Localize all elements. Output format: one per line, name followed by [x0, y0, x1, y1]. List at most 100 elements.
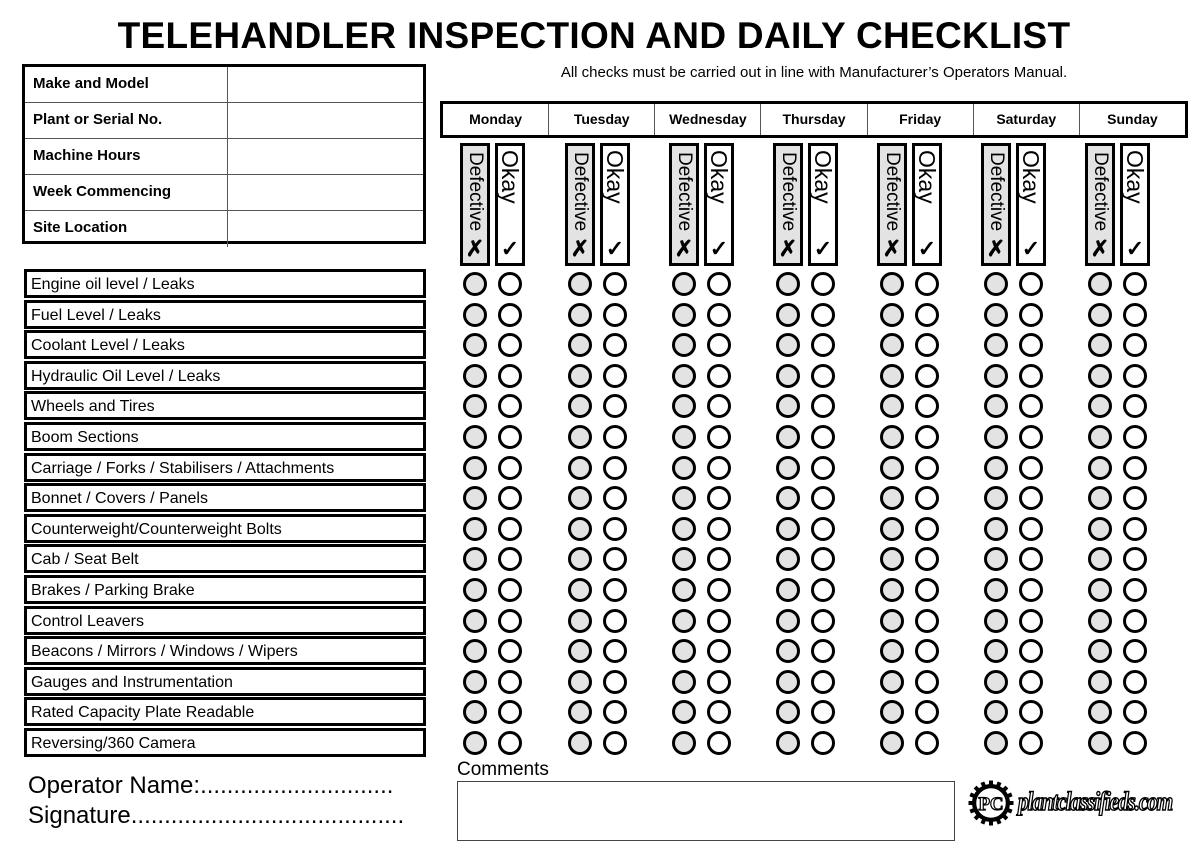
- saturday-defective-radio[interactable]: [984, 303, 1008, 327]
- friday-okay-radio[interactable]: [915, 272, 939, 296]
- tuesday-defective-radio[interactable]: [568, 700, 592, 724]
- monday-defective-radio[interactable]: [463, 547, 487, 571]
- tuesday-defective-radio[interactable]: [568, 394, 592, 418]
- wednesday-defective-radio[interactable]: [672, 394, 696, 418]
- tuesday-defective-radio[interactable]: [568, 578, 592, 602]
- saturday-okay-radio[interactable]: [1019, 731, 1043, 755]
- saturday-defective-radio[interactable]: [984, 394, 1008, 418]
- saturday-okay-radio[interactable]: [1019, 333, 1043, 357]
- monday-okay-radio[interactable]: [498, 670, 522, 694]
- monday-defective-radio[interactable]: [463, 609, 487, 633]
- sunday-okay-radio[interactable]: [1123, 731, 1147, 755]
- friday-okay-radio[interactable]: [915, 394, 939, 418]
- thursday-defective-radio[interactable]: [776, 486, 800, 510]
- tuesday-okay-radio[interactable]: [603, 333, 627, 357]
- monday-defective-radio[interactable]: [463, 731, 487, 755]
- thursday-okay-radio[interactable]: [811, 425, 835, 449]
- friday-okay-radio[interactable]: [915, 425, 939, 449]
- wednesday-defective-radio[interactable]: [672, 333, 696, 357]
- thursday-defective-radio[interactable]: [776, 609, 800, 633]
- wednesday-defective-radio[interactable]: [672, 700, 696, 724]
- monday-okay-radio[interactable]: [498, 731, 522, 755]
- sunday-defective-radio[interactable]: [1088, 670, 1112, 694]
- wednesday-okay-radio[interactable]: [707, 486, 731, 510]
- friday-defective-radio[interactable]: [880, 272, 904, 296]
- thursday-defective-radio[interactable]: [776, 670, 800, 694]
- wednesday-defective-radio[interactable]: [672, 731, 696, 755]
- friday-okay-radio[interactable]: [915, 486, 939, 510]
- tuesday-okay-radio[interactable]: [603, 639, 627, 663]
- thursday-okay-radio[interactable]: [811, 486, 835, 510]
- monday-okay-radio[interactable]: [498, 578, 522, 602]
- thursday-defective-radio[interactable]: [776, 639, 800, 663]
- sunday-okay-radio[interactable]: [1123, 547, 1147, 571]
- wednesday-okay-radio[interactable]: [707, 394, 731, 418]
- wednesday-okay-radio[interactable]: [707, 731, 731, 755]
- saturday-okay-radio[interactable]: [1019, 609, 1043, 633]
- thursday-okay-radio[interactable]: [811, 700, 835, 724]
- sunday-okay-radio[interactable]: [1123, 456, 1147, 480]
- saturday-okay-radio[interactable]: [1019, 517, 1043, 541]
- thursday-defective-radio[interactable]: [776, 333, 800, 357]
- friday-okay-radio[interactable]: [915, 639, 939, 663]
- friday-defective-radio[interactable]: [880, 486, 904, 510]
- tuesday-okay-radio[interactable]: [603, 578, 627, 602]
- friday-defective-radio[interactable]: [880, 670, 904, 694]
- thursday-defective-radio[interactable]: [776, 303, 800, 327]
- tuesday-defective-radio[interactable]: [568, 425, 592, 449]
- friday-okay-radio[interactable]: [915, 670, 939, 694]
- info-value-field[interactable]: [228, 67, 423, 102]
- wednesday-defective-radio[interactable]: [672, 670, 696, 694]
- friday-okay-radio[interactable]: [915, 609, 939, 633]
- saturday-defective-radio[interactable]: [984, 517, 1008, 541]
- sunday-okay-radio[interactable]: [1123, 609, 1147, 633]
- monday-defective-radio[interactable]: [463, 517, 487, 541]
- wednesday-defective-radio[interactable]: [672, 303, 696, 327]
- info-value-field[interactable]: [228, 139, 423, 174]
- monday-okay-radio[interactable]: [498, 547, 522, 571]
- saturday-okay-radio[interactable]: [1019, 578, 1043, 602]
- friday-defective-radio[interactable]: [880, 364, 904, 388]
- wednesday-okay-radio[interactable]: [707, 517, 731, 541]
- friday-defective-radio[interactable]: [880, 425, 904, 449]
- saturday-okay-radio[interactable]: [1019, 670, 1043, 694]
- saturday-defective-radio[interactable]: [984, 272, 1008, 296]
- sunday-defective-radio[interactable]: [1088, 364, 1112, 388]
- tuesday-okay-radio[interactable]: [603, 486, 627, 510]
- thursday-okay-radio[interactable]: [811, 456, 835, 480]
- saturday-defective-radio[interactable]: [984, 639, 1008, 663]
- wednesday-defective-radio[interactable]: [672, 272, 696, 296]
- monday-defective-radio[interactable]: [463, 364, 487, 388]
- sunday-okay-radio[interactable]: [1123, 394, 1147, 418]
- wednesday-okay-radio[interactable]: [707, 364, 731, 388]
- thursday-defective-radio[interactable]: [776, 731, 800, 755]
- sunday-okay-radio[interactable]: [1123, 700, 1147, 724]
- friday-defective-radio[interactable]: [880, 547, 904, 571]
- tuesday-defective-radio[interactable]: [568, 639, 592, 663]
- tuesday-okay-radio[interactable]: [603, 547, 627, 571]
- sunday-okay-radio[interactable]: [1123, 486, 1147, 510]
- tuesday-defective-radio[interactable]: [568, 547, 592, 571]
- sunday-okay-radio[interactable]: [1123, 639, 1147, 663]
- thursday-okay-radio[interactable]: [811, 547, 835, 571]
- monday-defective-radio[interactable]: [463, 425, 487, 449]
- wednesday-okay-radio[interactable]: [707, 272, 731, 296]
- comments-box[interactable]: [457, 781, 955, 841]
- saturday-okay-radio[interactable]: [1019, 486, 1043, 510]
- thursday-defective-radio[interactable]: [776, 425, 800, 449]
- thursday-okay-radio[interactable]: [811, 364, 835, 388]
- saturday-okay-radio[interactable]: [1019, 425, 1043, 449]
- saturday-okay-radio[interactable]: [1019, 456, 1043, 480]
- wednesday-defective-radio[interactable]: [672, 517, 696, 541]
- sunday-defective-radio[interactable]: [1088, 272, 1112, 296]
- friday-okay-radio[interactable]: [915, 547, 939, 571]
- wednesday-defective-radio[interactable]: [672, 609, 696, 633]
- monday-okay-radio[interactable]: [498, 425, 522, 449]
- wednesday-okay-radio[interactable]: [707, 456, 731, 480]
- tuesday-defective-radio[interactable]: [568, 364, 592, 388]
- friday-defective-radio[interactable]: [880, 456, 904, 480]
- friday-defective-radio[interactable]: [880, 639, 904, 663]
- monday-defective-radio[interactable]: [463, 333, 487, 357]
- tuesday-okay-radio[interactable]: [603, 609, 627, 633]
- wednesday-okay-radio[interactable]: [707, 700, 731, 724]
